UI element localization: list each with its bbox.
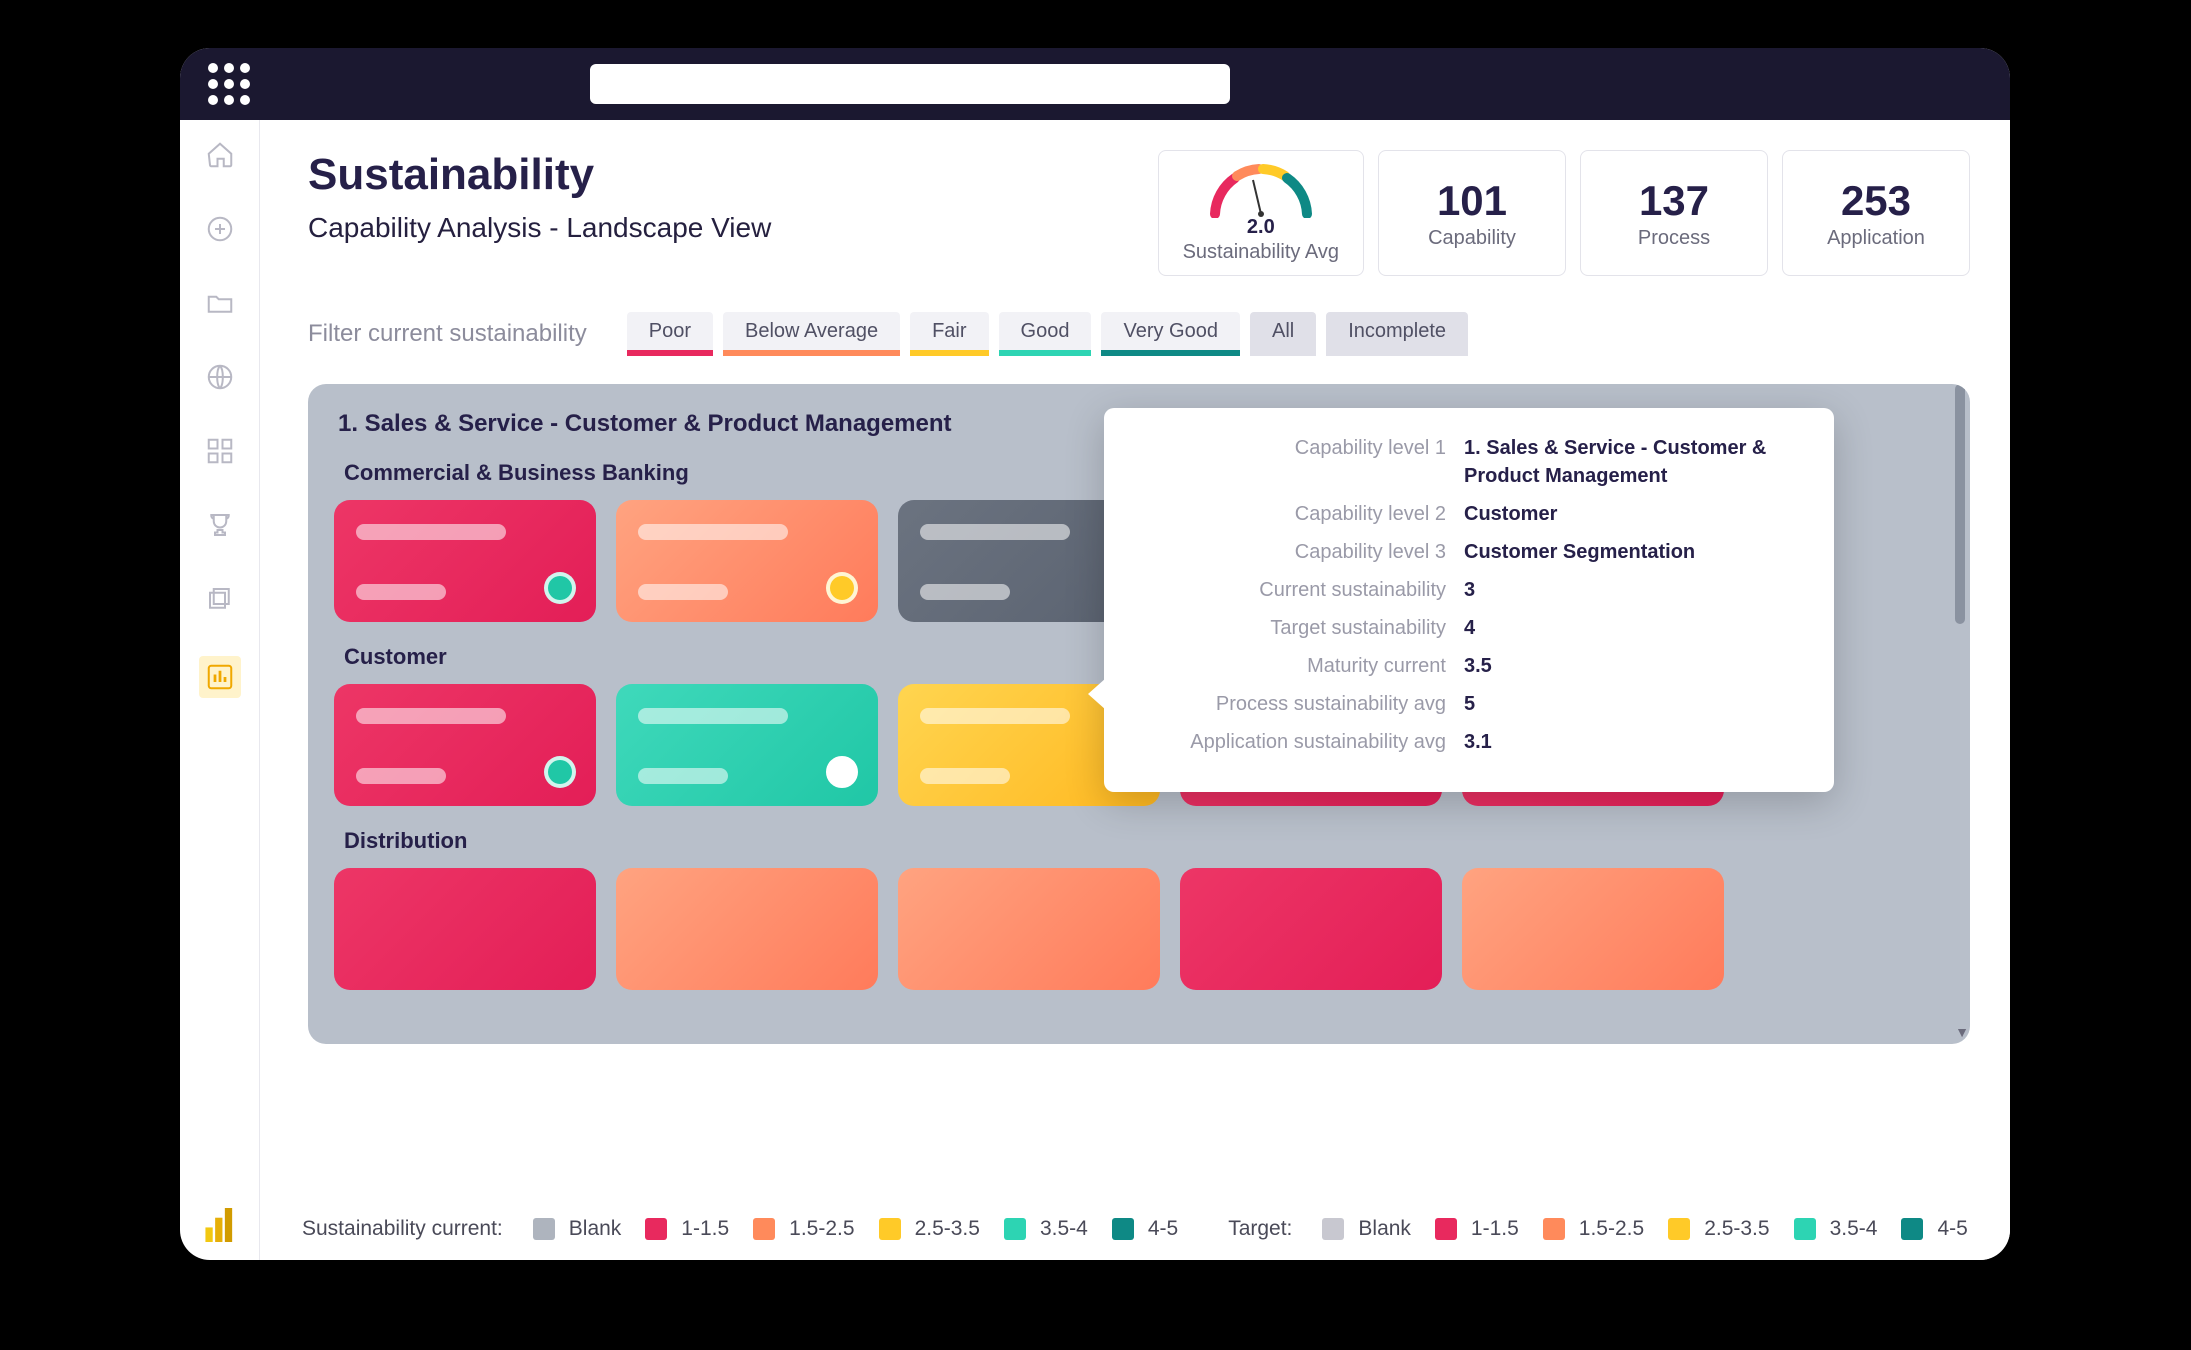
tooltip-key: Capability level 2	[1134, 500, 1464, 528]
swatch-orange-icon	[753, 1218, 775, 1240]
swatch-grey-icon	[1322, 1218, 1344, 1240]
tooltip-key: Capability level 1	[1134, 434, 1464, 490]
tooltip-value: 3.5	[1464, 652, 1800, 680]
legend-item: 1-1.5	[681, 1217, 729, 1241]
swatch-blank-icon	[533, 1218, 555, 1240]
tooltip-key: Target sustainability	[1134, 614, 1464, 642]
tooltip-key: Application sustainability avg	[1134, 728, 1464, 756]
swatch-orange-icon	[1543, 1218, 1565, 1240]
landscape-panel: 1. Sales & Service - Customer & Product …	[308, 384, 1970, 1044]
filter-fair[interactable]: Fair	[910, 312, 988, 356]
group-title: Distribution	[344, 828, 1944, 854]
swatch-red-icon	[645, 1218, 667, 1240]
app-window: Sustainability Capability Analysis - Lan…	[180, 48, 2010, 1260]
sidebar	[180, 120, 260, 1260]
kpi-value: 137	[1639, 177, 1709, 225]
scroll-down-icon[interactable]: ▼	[1955, 1024, 1969, 1040]
tooltip-value: 3.1	[1464, 728, 1800, 756]
tooltip-key: Capability level 3	[1134, 538, 1464, 566]
detail-tooltip: Capability level 11. Sales & Service - C…	[1104, 408, 1834, 792]
page-title: Sustainability	[308, 150, 771, 200]
tooltip-value: 3	[1464, 576, 1800, 604]
kpi-application[interactable]: 253 Application	[1782, 150, 1970, 276]
legend-item: 3.5-4	[1040, 1217, 1088, 1241]
capability-card[interactable]	[616, 684, 878, 806]
kpi-gauge[interactable]: 2.0 Sustainability Avg	[1158, 150, 1364, 276]
capability-card[interactable]	[616, 500, 878, 622]
powerbi-logo-icon	[205, 1208, 235, 1242]
scrollbar-thumb[interactable]	[1955, 384, 1965, 624]
capability-card[interactable]	[898, 868, 1160, 990]
legend-item: 1.5-2.5	[1579, 1217, 1644, 1241]
filter-bar: Filter current sustainability Poor Below…	[308, 312, 1970, 356]
kpi-value: 101	[1437, 177, 1507, 225]
add-icon[interactable]	[203, 212, 237, 246]
kpi-capability[interactable]: 101 Capability	[1378, 150, 1566, 276]
legend-current-label: Sustainability current:	[302, 1217, 503, 1241]
swatch-teal-icon	[1794, 1218, 1816, 1240]
filter-label: Filter current sustainability	[308, 320, 587, 348]
capability-card[interactable]	[616, 868, 878, 990]
legend-item: 3.5-4	[1830, 1217, 1878, 1241]
filter-below-average[interactable]: Below Average	[723, 312, 900, 356]
folder-icon[interactable]	[203, 286, 237, 320]
swatch-darkteal-icon	[1901, 1218, 1923, 1240]
tooltip-value: 5	[1464, 690, 1800, 718]
tooltip-value: Customer	[1464, 500, 1800, 528]
legend-item: Blank	[569, 1217, 622, 1241]
swatch-teal-icon	[1004, 1218, 1026, 1240]
capability-card[interactable]	[334, 868, 596, 990]
kpi-label: Application	[1827, 227, 1925, 250]
capability-card[interactable]	[1462, 868, 1724, 990]
kpi-label: Capability	[1428, 227, 1516, 250]
home-icon[interactable]	[203, 138, 237, 172]
filter-very-good[interactable]: Very Good	[1101, 312, 1240, 356]
legend-item: 1.5-2.5	[789, 1217, 854, 1241]
tooltip-key: Current sustainability	[1134, 576, 1464, 604]
gauge-icon	[1201, 162, 1321, 218]
swatch-yellow-icon	[1668, 1218, 1690, 1240]
gauge-label: Sustainability Avg	[1183, 241, 1339, 264]
capability-card[interactable]	[334, 500, 596, 622]
legend-item: 2.5-3.5	[915, 1217, 980, 1241]
tooltip-value: 1. Sales & Service - Customer & Product …	[1464, 434, 1800, 490]
layers-icon[interactable]	[203, 582, 237, 616]
url-bar[interactable]	[590, 64, 1230, 104]
swatch-yellow-icon	[879, 1218, 901, 1240]
tooltip-key: Maturity current	[1134, 652, 1464, 680]
capability-card[interactable]	[1180, 868, 1442, 990]
filter-incomplete[interactable]: Incomplete	[1326, 312, 1468, 356]
main-content: Sustainability Capability Analysis - Lan…	[260, 120, 2010, 1260]
apps-icon[interactable]	[203, 434, 237, 468]
trophy-icon[interactable]	[203, 508, 237, 542]
kpi-label: Process	[1638, 227, 1710, 250]
legend-item: 2.5-3.5	[1704, 1217, 1769, 1241]
legend-item: Blank	[1358, 1217, 1411, 1241]
tooltip-key: Process sustainability avg	[1134, 690, 1464, 718]
legend-item: 4-5	[1148, 1217, 1178, 1241]
filter-poor[interactable]: Poor	[627, 312, 713, 356]
swatch-red-icon	[1435, 1218, 1457, 1240]
kpi-process[interactable]: 137 Process	[1580, 150, 1768, 276]
app-menu-icon[interactable]	[208, 63, 250, 105]
capability-card[interactable]	[334, 684, 596, 806]
tooltip-value: 4	[1464, 614, 1800, 642]
legend-item: 4-5	[1937, 1217, 1967, 1241]
title-bar	[180, 48, 2010, 120]
globe-icon[interactable]	[203, 360, 237, 394]
legend-item: 1-1.5	[1471, 1217, 1519, 1241]
tooltip-value: Customer Segmentation	[1464, 538, 1800, 566]
legend-bar: Sustainability current: Blank 1-1.5 1.5-…	[260, 1198, 2010, 1260]
filter-good[interactable]: Good	[999, 312, 1092, 356]
kpi-value: 253	[1841, 177, 1911, 225]
page-subtitle: Capability Analysis - Landscape View	[308, 212, 771, 244]
swatch-darkteal-icon	[1112, 1218, 1134, 1240]
report-icon[interactable]	[199, 656, 241, 698]
legend-target-label: Target:	[1228, 1217, 1292, 1241]
filter-all[interactable]: All	[1250, 312, 1316, 356]
gauge-value: 2.0	[1247, 216, 1275, 239]
tooltip-arrow-icon	[1088, 678, 1106, 710]
